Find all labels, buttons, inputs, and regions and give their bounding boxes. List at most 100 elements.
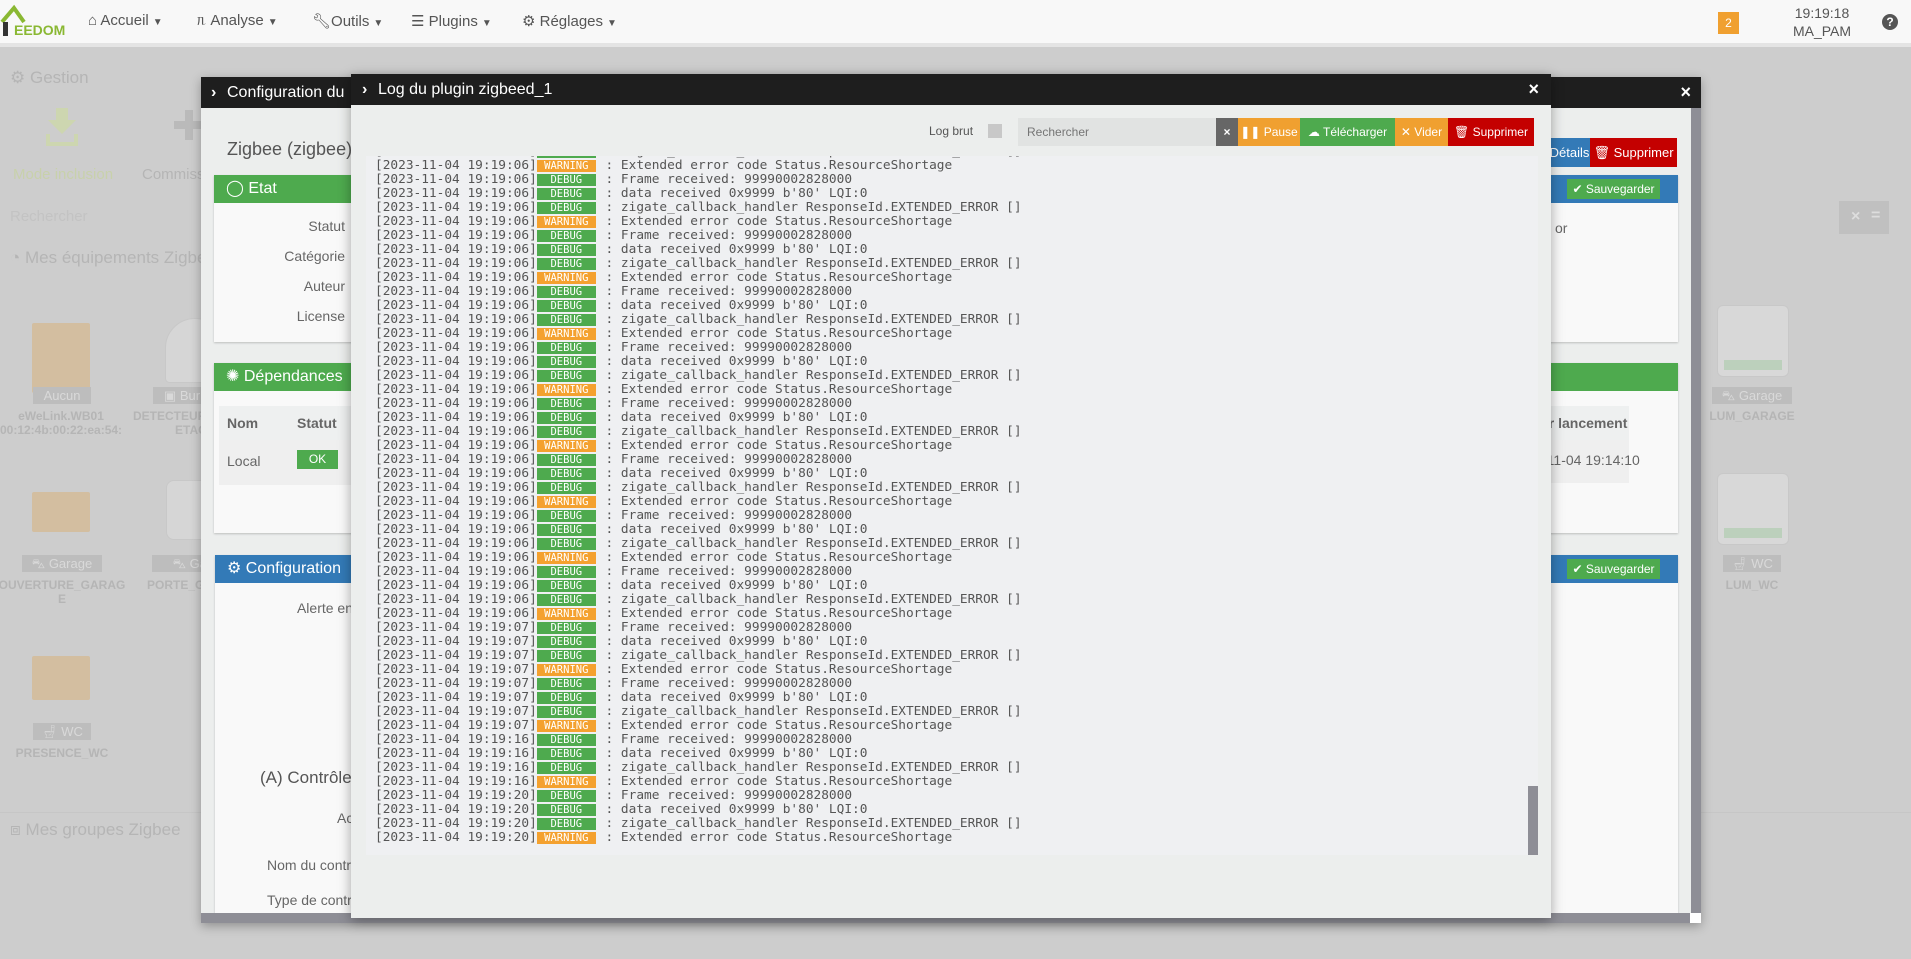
col-statut: Statut — [297, 415, 337, 431]
log-timestamp: [2023-11-04 19:19:06] — [375, 606, 537, 621]
room-badge: ⛍ Garage — [22, 555, 102, 572]
log-timestamp: [2023-11-04 19:19:07] — [375, 648, 537, 663]
room-badge: ⛍ Garage — [1712, 387, 1792, 404]
caret-down-icon: ▼ — [152, 17, 163, 28]
log-level-badge: WARNING — [536, 832, 596, 844]
plugin-name: Zigbee (zigbee) - — [227, 139, 364, 159]
save-button[interactable]: ✔ Sauvegarder — [1567, 179, 1660, 199]
empty-log-button[interactable]: ✕ Vider — [1395, 118, 1448, 146]
log-message: : Frame received: 99990002828000 — [597, 732, 853, 747]
certificate-icon: ✺ — [226, 368, 244, 385]
delete-log-button[interactable]: 🗑︎ Supprimer — [1448, 118, 1534, 146]
equipments-title: ◔ Mes équipements Zigbee — [10, 248, 216, 267]
log-message: : zigate_callback_handler ResponseId.EXT… — [597, 536, 1022, 551]
log-scrollbar-thumb[interactable] — [1528, 786, 1538, 855]
gears-icon: ⚙ — [227, 560, 246, 577]
car-icon: ⛍ — [31, 556, 49, 571]
top-navbar: EEDOM ⌂ Accueil ▼ ᥰ Analyse ▼ 🔧︎Outils ▼ ☰ … — [0, 0, 1911, 47]
log-timestamp: [2023-11-04 19:19:06] — [375, 228, 537, 243]
log-timestamp: [2023-11-04 19:19:06] — [375, 592, 537, 607]
log-line: [2023-11-04 19:19:07] DEBUG : data receiv… — [375, 635, 1022, 649]
log-message: : zigate_callback_handler ResponseId.EXT… — [597, 256, 1022, 271]
log-level-badge: WARNING — [536, 216, 596, 228]
nav-accueil[interactable]: ⌂ Accueil ▼ — [88, 12, 163, 29]
log-timestamp: [2023-11-04 19:19:06] — [375, 578, 537, 593]
user-name[interactable]: MA_PAM — [1780, 22, 1864, 40]
log-message: : Extended error code Status.ResourceSho… — [597, 326, 953, 341]
log-line: [2023-11-04 19:19:06] DEBUG : Frame recei… — [375, 285, 1022, 299]
save-button[interactable]: ✔ Sauvegarder — [1567, 559, 1660, 579]
trash-icon: 🗑︎ — [1454, 125, 1473, 139]
log-line: [2023-11-04 19:19:07] DEBUG : Frame recei… — [375, 621, 1022, 635]
log-level-badge: DEBUG — [536, 748, 596, 760]
log-message: : Extended error code Status.ResourceSho… — [597, 214, 953, 229]
close-icon[interactable]: × — [1680, 77, 1691, 108]
circle-notch-icon: ◯ — [226, 180, 249, 197]
modal-header[interactable]: › Log du plugin zigbeed_1 × — [351, 74, 1551, 105]
log-timestamp: [2023-11-04 19:19:06] — [375, 354, 537, 369]
clear-search-button[interactable]: × — [1216, 118, 1238, 146]
log-level-badge: DEBUG — [536, 580, 596, 592]
car-icon: ⛍ — [172, 556, 190, 571]
log-content[interactable]: [2023-11-04 19:19:06]DEBUG : zigate_call… — [366, 156, 1538, 855]
raw-log-checkbox[interactable] — [988, 124, 1002, 138]
device-image — [1717, 305, 1789, 377]
log-timestamp: [2023-11-04 19:19:06] — [375, 368, 537, 383]
log-line: [2023-11-04 19:19:06] DEBUG : Frame recei… — [375, 509, 1022, 523]
commissioning-button[interactable]: Commiss — [142, 166, 205, 183]
modal-title: Configuration du — [227, 84, 345, 101]
log-message: : Frame received: 99990002828000 — [597, 228, 853, 243]
pause-button[interactable]: ❚❚ Pause — [1238, 118, 1300, 146]
log-level-badge: DEBUG — [536, 356, 596, 368]
close-icon[interactable]: × — [1528, 74, 1539, 105]
notification-badge[interactable]: 2 — [1718, 12, 1739, 34]
gear-icon: ⚙ — [522, 13, 540, 30]
nav-reglages[interactable]: ⚙ Réglages ▼ — [522, 12, 617, 30]
log-message: : data received 0x9999 b'80' LQI:0 — [597, 186, 868, 201]
delete-plugin-button[interactable]: 🗑︎ Supprimer — [1590, 138, 1677, 167]
toilet-icon: 🚽︎ — [41, 724, 62, 739]
vertical-scrollbar[interactable] — [1691, 108, 1701, 913]
log-level-badge: WARNING — [536, 552, 596, 564]
log-message: : data received 0x9999 b'80' LQI:0 — [597, 410, 868, 425]
pause-icon: ❚❚ — [1240, 125, 1264, 139]
log-line: [2023-11-04 19:19:20] DEBUG : Frame recei… — [375, 789, 1022, 803]
log-message: : Frame received: 99990002828000 — [597, 508, 853, 523]
device-image — [32, 323, 90, 393]
nav-analyse[interactable]: ᥰ Analyse ▼ — [197, 12, 278, 29]
log-message: : Extended error code Status.ResourceSho… — [597, 270, 953, 285]
log-timestamp: [2023-11-04 19:19:06] — [375, 340, 537, 355]
log-message: : data received 0x9999 b'80' LQI:0 — [597, 634, 868, 649]
log-level-badge: DEBUG — [536, 258, 596, 270]
nav-outils[interactable]: 🔧︎Outils ▼ — [312, 12, 383, 30]
log-line: [2023-11-04 19:19:06] DEBUG : Frame recei… — [375, 229, 1022, 243]
author-label: Auteur — [303, 278, 345, 294]
mode-inclusion-button[interactable]: Mode inclusion — [13, 166, 113, 183]
log-timestamp: [2023-11-04 19:19:07] — [375, 690, 537, 705]
terminal-block — [1724, 528, 1782, 538]
download-button[interactable]: ☁ Télécharger — [1300, 118, 1395, 146]
toilet-icon: 🚽︎ — [1731, 556, 1752, 571]
log-level-badge: DEBUG — [536, 734, 596, 746]
nav-plugins[interactable]: ☰ Plugins ▼ — [411, 12, 492, 30]
stethoscope-icon: ᥰ — [197, 12, 211, 29]
equipment-search-input[interactable]: Rechercher — [10, 208, 88, 225]
help-icon[interactable]: ? — [1882, 14, 1898, 30]
log-level-badge: DEBUG — [536, 678, 596, 690]
log-level-badge: DEBUG — [536, 174, 596, 186]
details-button[interactable]: Détails — [1549, 138, 1590, 167]
log-level-badge: DEBUG — [536, 314, 596, 326]
log-timestamp: [2023-11-04 19:19:16] — [375, 774, 537, 789]
clear-search-icon[interactable]: × — [1851, 208, 1860, 226]
device-name: eWeLink.WB01 — [18, 409, 104, 423]
sort-icon[interactable]: = — [1871, 207, 1880, 225]
log-timestamp: [2023-11-04 19:19:06] — [375, 480, 537, 495]
log-timestamp: [2023-11-04 19:19:07] — [375, 718, 537, 733]
log-line: [2023-11-04 19:19:06] DEBUG : data receiv… — [375, 187, 1022, 201]
mode-inclusion-icon[interactable] — [46, 108, 78, 148]
log-level-badge: DEBUG — [536, 636, 596, 648]
log-level-badge: WARNING — [536, 328, 596, 340]
log-level-badge: DEBUG — [536, 790, 596, 802]
jeedom-logo[interactable]: EEDOM — [0, 4, 70, 40]
log-search-input[interactable] — [1018, 118, 1216, 146]
